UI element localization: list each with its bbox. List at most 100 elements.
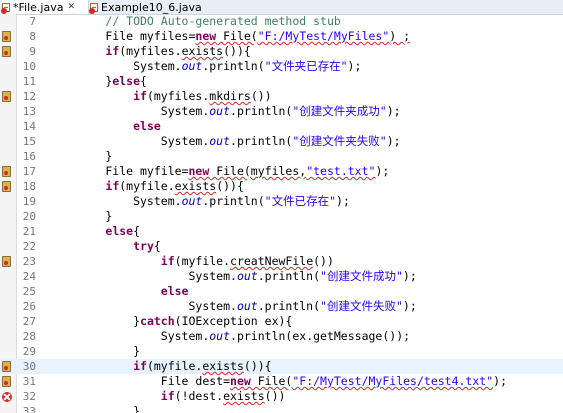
warning-marker-icon[interactable]: [2, 46, 11, 57]
code-line[interactable]: 7 // TODO Auto-generated method stub: [0, 14, 563, 29]
code-token: if: [133, 89, 147, 103]
code-token: .println(: [257, 269, 321, 283]
warning-marker-icon[interactable]: [2, 166, 11, 177]
code-line[interactable]: 27 }catch(IOException ex){: [0, 314, 563, 329]
code-text: else: [50, 284, 189, 299]
warning-marker-icon[interactable]: [2, 31, 11, 42]
code-text: }: [50, 344, 140, 359]
code-token: {: [140, 74, 147, 88]
code-token: new: [195, 29, 217, 43]
line-number: 12: [22, 90, 36, 103]
line-number: 27: [22, 315, 36, 328]
line-number: 19: [22, 195, 36, 208]
code-token: }: [50, 209, 113, 223]
code-token: catch: [140, 314, 175, 328]
code-line[interactable]: 32 if(!dest.exists()): [0, 389, 563, 404]
code-token: }: [50, 149, 113, 163]
line-number: 11: [22, 75, 36, 88]
line-number: 10: [22, 60, 36, 73]
code-token: );: [386, 134, 401, 148]
line-number: 20: [22, 210, 36, 223]
code-line[interactable]: 15 System.out.println("创建文件夹失败");: [0, 134, 563, 149]
code-token: .println(: [230, 104, 293, 118]
code-token: else: [105, 224, 134, 238]
code-line[interactable]: 21 else{: [0, 224, 563, 239]
code-token: out: [181, 59, 203, 73]
code-token: exists: [181, 44, 224, 58]
code-token: (myfiles.: [119, 44, 182, 58]
code-text: File myfile=new File(myfiles,"test.txt")…: [50, 164, 389, 179]
code-line[interactable]: 33 }: [0, 404, 563, 413]
tab-label: *File.java: [13, 0, 64, 14]
code-token: else: [160, 284, 189, 298]
java-file-icon: [89, 2, 98, 14]
code-text: }: [50, 209, 112, 224]
line-number: 17: [22, 165, 36, 178]
code-line[interactable]: 28 System.out.println(ex.getMessage());: [0, 329, 563, 344]
line-number: 29: [22, 345, 36, 358]
code-token: exists: [223, 389, 265, 403]
code-token: ()): [313, 254, 334, 268]
error-marker-icon[interactable]: [2, 392, 12, 402]
code-token: System.: [50, 104, 210, 118]
line-number: 25: [22, 285, 36, 298]
code-token: try: [133, 239, 154, 253]
code-text: else{: [50, 224, 140, 239]
code-token: File myfiles=: [50, 29, 196, 43]
code-line[interactable]: 29 }: [0, 344, 563, 359]
code-line[interactable]: 13 System.out.println("创建文件夹成功");: [0, 104, 563, 119]
close-tab-icon[interactable]: ✕: [67, 2, 75, 12]
code-line[interactable]: 30 if(myfile.exists()){: [0, 359, 563, 374]
code-token: (myfile.: [119, 179, 175, 193]
code-line[interactable]: 23 if(myfile.creatNewFile()): [0, 254, 563, 269]
code-token: "创建文件夹成功": [292, 104, 387, 118]
code-token: System.: [50, 59, 182, 73]
warning-marker-icon[interactable]: [2, 256, 11, 267]
warning-marker-icon[interactable]: [2, 361, 11, 372]
line-number: 14: [22, 120, 36, 133]
tab-file-java[interactable]: *File.java ✕: [1, 0, 89, 14]
code-line[interactable]: 11 }else{: [0, 74, 563, 89]
code-line[interactable]: 14 else: [0, 119, 563, 134]
code-line[interactable]: 9 if(myfiles.exists()){: [0, 44, 563, 59]
code-line[interactable]: 17 File myfile=new File(myfiles,"test.tx…: [0, 164, 563, 179]
code-line[interactable]: 8 File myfiles=new File("F:/MyTest/MyFil…: [0, 29, 563, 44]
code-text: System.out.println("创建文件成功");: [50, 269, 417, 284]
warning-marker-icon[interactable]: [2, 376, 11, 387]
code-line[interactable]: 31 File dest=new File("F:/MyTest/MyFiles…: [0, 374, 563, 389]
code-token: );: [336, 194, 350, 208]
code-token: }: [50, 344, 141, 358]
code-text: }catch(IOException ex){: [50, 314, 292, 329]
warning-marker-icon[interactable]: [2, 181, 11, 192]
code-text: // TODO Auto-generated method stub: [50, 14, 340, 29]
code-line[interactable]: 25 else: [0, 284, 563, 299]
code-line[interactable]: 10 System.out.println("文件夹已存在");: [0, 59, 563, 74]
warning-marker-icon[interactable]: [2, 91, 11, 102]
code-token: {: [133, 224, 141, 238]
code-token: .println(: [257, 299, 321, 313]
code-token: }: [50, 404, 141, 413]
code-token: mkdirs: [209, 89, 251, 103]
code-line[interactable]: 18 if(myfile.exists()){: [0, 179, 563, 194]
code-token: );: [402, 269, 417, 283]
code-token: ()){: [243, 359, 272, 373]
tab-example10-6-java[interactable]: Example10_6.java: [89, 0, 240, 14]
code-token: System.: [50, 299, 237, 313]
code-token: (IOException ex){: [174, 314, 293, 328]
code-token: if: [105, 179, 120, 193]
code-token: .println(: [202, 194, 265, 208]
code-editor[interactable]: 7 // TODO Auto-generated method stub 8 Fi…: [0, 14, 563, 413]
code-token: ()){: [223, 44, 251, 58]
code-line[interactable]: 26 System.out.println("创建文件失败");: [0, 299, 563, 314]
code-line[interactable]: 20 }: [0, 209, 563, 224]
code-line[interactable]: 22 try{: [0, 239, 563, 254]
code-line[interactable]: 19 System.out.println("文件已存在");: [0, 194, 563, 209]
code-line[interactable]: 16 }: [0, 149, 563, 164]
line-number: 22: [22, 240, 36, 253]
code-line[interactable]: 12 if(myfiles.mkdirs()): [0, 89, 563, 104]
code-line[interactable]: 24 System.out.println("创建文件成功");: [0, 269, 563, 284]
